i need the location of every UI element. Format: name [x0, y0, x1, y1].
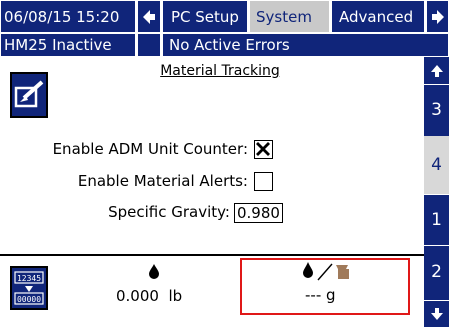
material-alerts-checkbox[interactable] [254, 172, 273, 191]
drop-ratio-icon [303, 262, 349, 281]
counter-icon: 12345 00000 [14, 271, 44, 305]
tab-system[interactable]: System [249, 0, 330, 33]
tab-next-button[interactable] [426, 0, 449, 33]
checkmark-x-icon [256, 142, 270, 156]
down-arrow-icon [430, 308, 443, 320]
up-arrow-icon [430, 65, 443, 77]
counter-button[interactable]: 12345 00000 [10, 266, 48, 310]
counter-bottom-text: 00000 [17, 295, 41, 304]
edit-icon [14, 80, 44, 108]
sidebar-item-2[interactable]: 2 [424, 245, 449, 297]
specific-gravity-label: Specific Gravity: [108, 203, 230, 221]
scroll-down-button[interactable] [424, 300, 449, 327]
sidebar-item-1[interactable]: 1 [424, 194, 449, 244]
page-title: Material Tracking [160, 63, 280, 79]
datetime-display: 06/08/15 15:20 [0, 0, 136, 33]
status-spacer [137, 33, 161, 57]
ratio-value: --- g [305, 286, 336, 304]
right-arrow-icon [431, 9, 444, 24]
error-status: No Active Errors [162, 33, 449, 57]
drop-icon [149, 264, 159, 279]
system-status: HM25 Inactive [0, 33, 136, 57]
material-alerts-label: Enable Material Alerts: [77, 172, 248, 190]
adm-counter-checkbox[interactable] [254, 140, 273, 159]
tab-advanced[interactable]: Advanced [331, 0, 425, 33]
specific-gravity-input[interactable]: 0.980 [234, 203, 283, 223]
total-value: 0.000 lb [116, 287, 183, 305]
adm-counter-label: Enable ADM Unit Counter: [52, 140, 248, 158]
sidebar-item-4[interactable]: 4 [424, 136, 449, 194]
counter-top-text: 12345 [17, 274, 41, 283]
tab-pc-setup[interactable]: PC Setup [162, 0, 248, 33]
scroll-up-button[interactable] [424, 58, 449, 84]
edit-button[interactable] [10, 72, 48, 118]
section-divider [0, 254, 424, 256]
tab-prev-button[interactable] [137, 0, 161, 33]
sidebar-item-3[interactable]: 3 [424, 84, 449, 134]
left-arrow-icon [143, 9, 155, 24]
